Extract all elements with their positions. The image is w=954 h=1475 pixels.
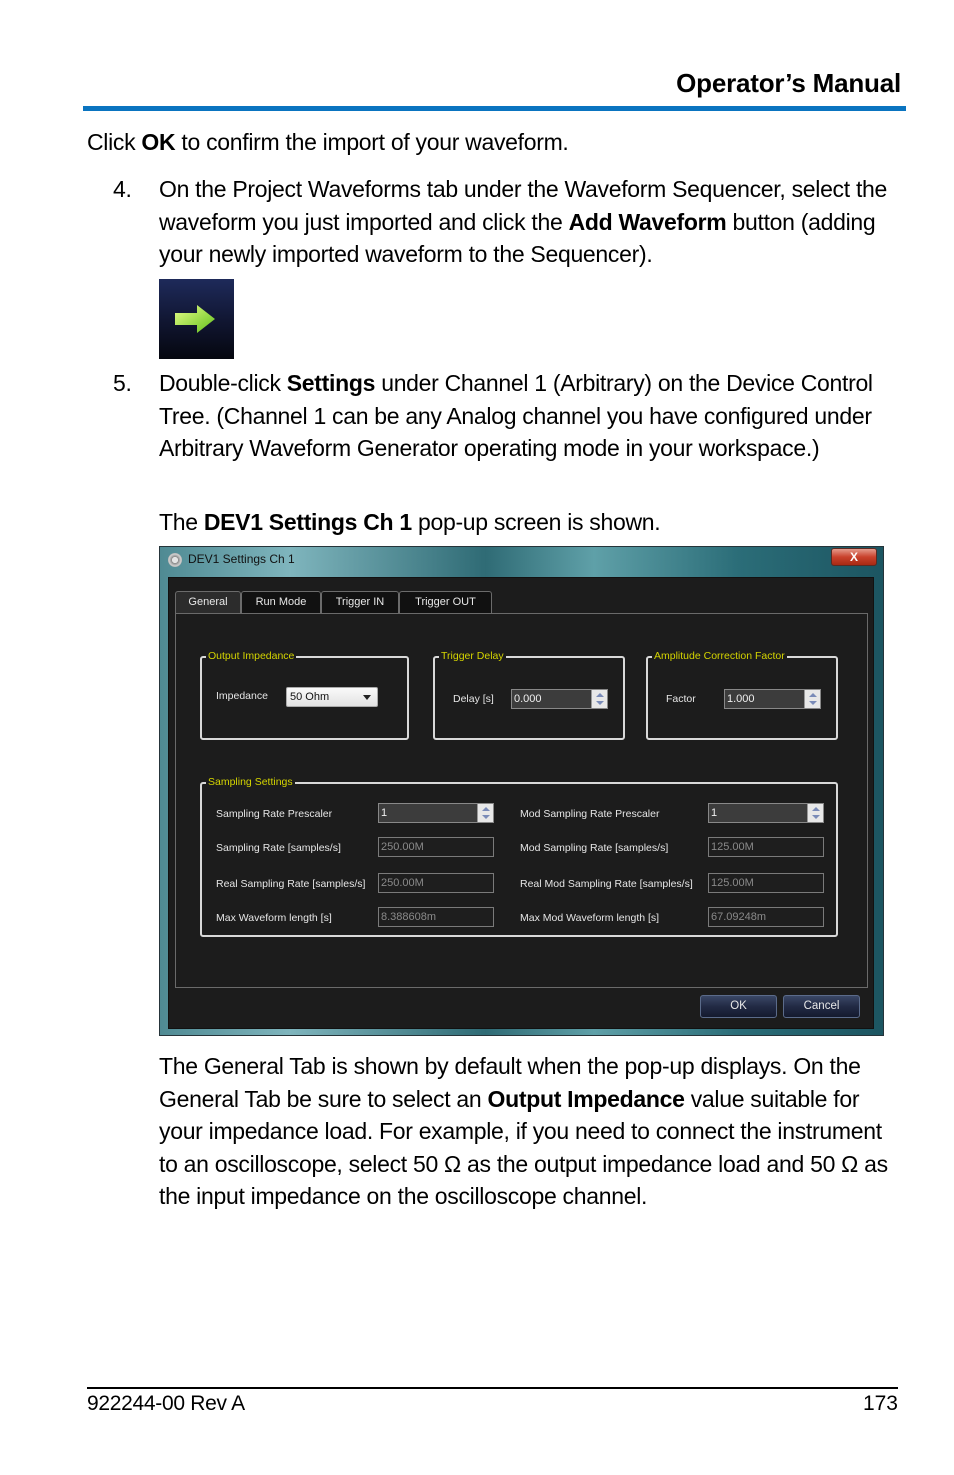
mod-sampling-rate-prescaler-value: 1 (711, 807, 718, 819)
group-label: Output Impedance (206, 649, 297, 663)
step-text-bold: Add Waveform (568, 208, 727, 235)
mod-sampling-rate-prescaler-spinbox[interactable]: 1 (708, 803, 824, 823)
spin-buttons[interactable] (477, 804, 493, 822)
add-waveform-button-image (159, 279, 234, 359)
popup-intro-text-end: pop-up screen is shown. (411, 509, 661, 535)
popup-intro-paragraph: The DEV1 Settings Ch 1 pop-up screen is … (159, 506, 661, 539)
footer-doc-id: 922244-00 Rev A (87, 1392, 245, 1415)
spin-up-icon[interactable] (812, 807, 820, 811)
group-label: Sampling Settings (206, 775, 295, 789)
real-mod-sampling-rate-label: Real Mod Sampling Rate [samples/s] (520, 878, 693, 890)
tab-general[interactable]: General (175, 591, 241, 614)
popup-intro-text: The (159, 509, 204, 535)
intro-text: Click (87, 129, 142, 155)
sampling-rate-prescaler-spinbox[interactable]: 1 (378, 803, 494, 823)
tab-trigger-out[interactable]: Trigger OUT (399, 591, 492, 613)
sampling-settings-group: Sampling Settings Sampling Rate Prescale… (200, 775, 838, 937)
sampling-rate-prescaler-value: 1 (381, 807, 388, 819)
spin-down-icon[interactable] (596, 701, 604, 705)
factor-value: 1.000 (727, 693, 755, 705)
spin-buttons[interactable] (591, 690, 607, 708)
tab-trigger-in[interactable]: Trigger IN (321, 591, 399, 613)
spin-down-icon[interactable] (809, 701, 817, 705)
group-label: Trigger Delay (439, 649, 506, 663)
factor-label: Factor (666, 693, 696, 705)
step-text-part: Double-click (159, 370, 287, 396)
ok-button[interactable]: OK (700, 995, 777, 1018)
close-button[interactable]: X (831, 548, 877, 566)
mod-sampling-rate-label: Mod Sampling Rate [samples/s] (520, 842, 669, 854)
spin-up-icon[interactable] (482, 807, 490, 811)
mod-sampling-rate-field: 125.00M (708, 837, 824, 857)
mod-sampling-rate-prescaler-label: Mod Sampling Rate Prescaler (520, 808, 660, 820)
general-tab-paragraph: The General Tab is shown by default when… (159, 1050, 904, 1213)
sampling-rate-prescaler-label: Sampling Rate Prescaler (216, 808, 333, 820)
settings-dialog: DEV1 Settings Ch 1 X General Run Mode Tr… (159, 546, 884, 1036)
footer-page-number: 173 (862, 1392, 898, 1415)
real-mod-sampling-rate-field: 125.00M (708, 873, 824, 893)
intro-paragraph: Click OK to confirm the import of your w… (87, 126, 569, 159)
factor-spinbox[interactable]: 1.000 (724, 689, 821, 709)
step-number: 4. (113, 176, 132, 202)
max-mod-waveform-length-label: Max Mod Waveform length [s] (520, 912, 660, 924)
real-sampling-rate-label: Real Sampling Rate [samples/s] (216, 878, 366, 890)
sampling-rate-label: Sampling Rate [samples/s] (216, 842, 341, 854)
spin-up-icon[interactable] (596, 693, 604, 697)
max-mod-waveform-length-field: 67.09248m (708, 907, 824, 927)
spin-up-icon[interactable] (809, 693, 817, 697)
cancel-button[interactable]: Cancel (783, 995, 860, 1018)
step-text: Double-click Settings under Channel 1 (A… (159, 367, 899, 465)
header-rule (83, 106, 906, 111)
dialog-title: DEV1 Settings Ch 1 (188, 552, 295, 566)
green-right-arrow-icon (175, 305, 215, 333)
impedance-select[interactable]: 50 Ohm (286, 687, 378, 707)
step-text: On the Project Waveforms tab under the W… (159, 173, 899, 271)
max-waveform-length-field: 8.388608m (378, 907, 494, 927)
group-label: Amplitude Correction Factor (652, 649, 787, 663)
intro-bold: OK (141, 129, 176, 155)
spin-down-icon[interactable] (482, 815, 490, 819)
spin-buttons[interactable] (804, 690, 820, 708)
impedance-value: 50 Ohm (290, 691, 330, 703)
popup-intro-bold: DEV1 Settings Ch 1 (203, 509, 412, 535)
delay-value: 0.000 (514, 693, 542, 705)
sampling-rate-field: 250.00M (378, 837, 494, 857)
delay-label: Delay [s] (453, 693, 494, 705)
step-number: 5. (113, 370, 132, 396)
amplitude-correction-group: Amplitude Correction Factor Factor 1.000 (646, 649, 838, 740)
spin-buttons[interactable] (807, 804, 823, 822)
spin-down-icon[interactable] (812, 815, 820, 819)
intro-text-end: to confirm the import of your waveform. (175, 129, 569, 155)
chevron-down-icon (363, 695, 371, 700)
general-tab-panel: Output Impedance Impedance 50 Ohm Trigge… (175, 613, 868, 988)
tab-run-mode[interactable]: Run Mode (241, 591, 321, 613)
page-header-title: Operator’s Manual (676, 68, 901, 98)
output-impedance-group: Output Impedance Impedance 50 Ohm (200, 649, 409, 740)
impedance-label: Impedance (216, 690, 268, 702)
dialog-client-area: General Run Mode Trigger IN Trigger OUT … (168, 577, 874, 1029)
gear-icon (168, 553, 182, 567)
footer-rule (87, 1387, 898, 1389)
step-text-bold: Settings (286, 370, 376, 396)
real-sampling-rate-field: 250.00M (378, 873, 494, 893)
delay-spinbox[interactable]: 0.000 (511, 689, 608, 709)
paragraph-bold: Output Impedance (487, 1085, 685, 1112)
trigger-delay-group: Trigger Delay Delay [s] 0.000 (433, 649, 625, 740)
max-waveform-length-label: Max Waveform length [s] (216, 912, 332, 924)
